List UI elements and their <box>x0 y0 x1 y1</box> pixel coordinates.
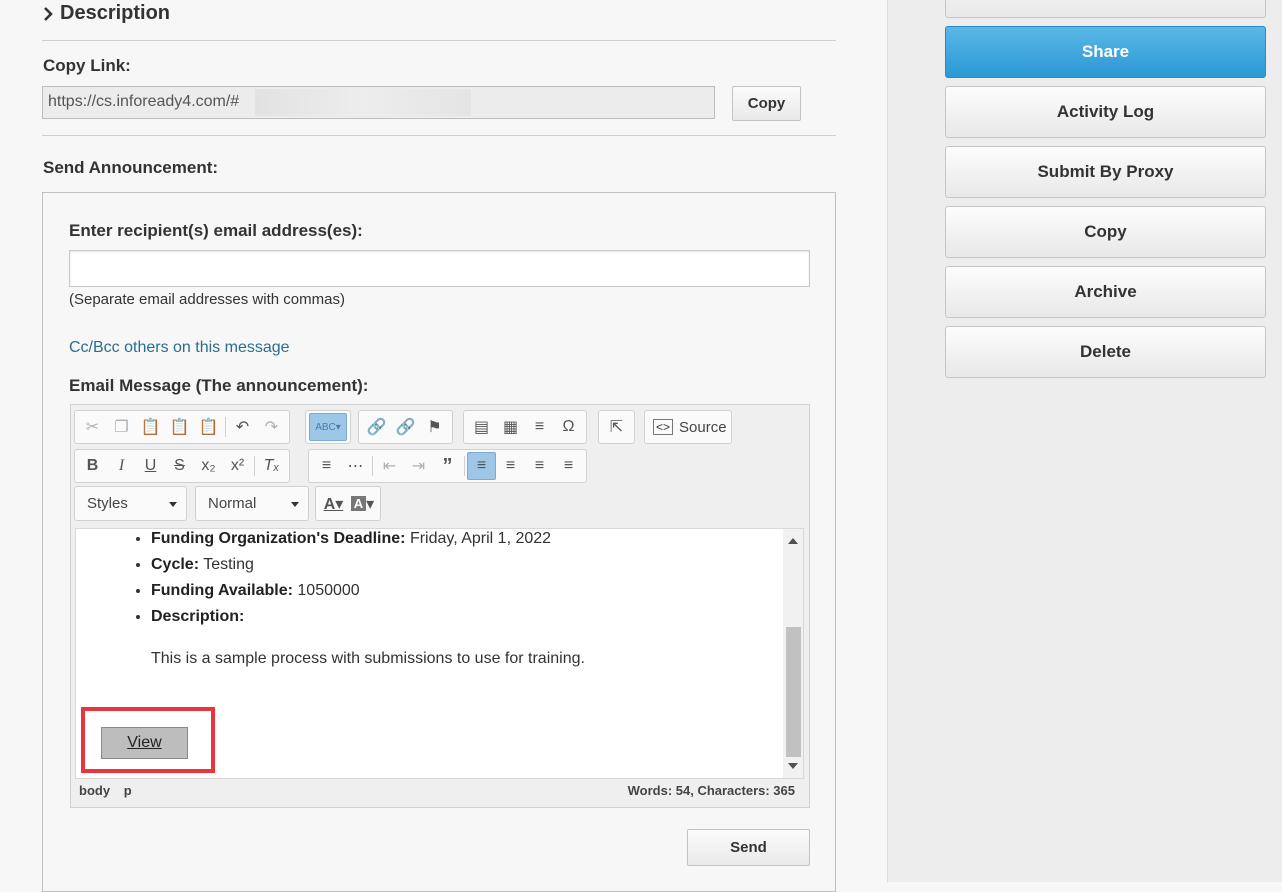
special-character-icon[interactable]: Ω <box>554 413 583 441</box>
source-label: Source <box>679 418 727 436</box>
recipients-email-input[interactable] <box>69 250 810 287</box>
toolbar-separator <box>254 456 255 476</box>
copy-link-value: https://cs.infoready4.com/# <box>48 93 240 110</box>
text-color-icon[interactable]: A▾ <box>319 490 348 518</box>
delete-button[interactable]: Delete <box>945 326 1266 378</box>
format-dropdown[interactable]: Normal <box>195 486 309 521</box>
highlight-box <box>81 707 215 773</box>
share-button[interactable]: Share <box>945 26 1266 78</box>
anchor-flag-icon[interactable]: ⚑ <box>420 413 449 441</box>
list-item: Description: <box>151 607 551 633</box>
submit-by-proxy-button[interactable]: Submit By Proxy <box>945 146 1266 198</box>
copy-link-label: Copy Link: <box>43 56 131 75</box>
table-icon[interactable]: ▦ <box>496 413 525 441</box>
list-item: Funding Organization's Deadline: Friday,… <box>151 529 551 555</box>
chevron-down-icon <box>169 502 177 507</box>
word-count: Words: 54, Characters: 365 <box>627 783 795 798</box>
underline-icon[interactable]: U <box>136 452 165 480</box>
insert-toolbar-group: ▤ ▦ ≡ Ω <box>463 410 587 444</box>
recipients-label: Enter recipient(s) email address(es): <box>69 221 363 240</box>
path-body[interactable]: body <box>79 783 110 798</box>
send-button[interactable]: Send <box>687 829 810 866</box>
description-paragraph: This is a sample process with submission… <box>151 650 585 667</box>
toolbar-separator <box>464 456 465 476</box>
undo-icon[interactable]: ↶ <box>228 413 257 441</box>
editor-content-area[interactable]: Funding Organization's Deadline: Friday,… <box>75 528 804 779</box>
outdent-icon[interactable]: ⇤ <box>375 452 404 480</box>
list-item: Funding Available: 1050000 <box>151 581 551 607</box>
email-message-label: Email Message (The announcement): <box>69 376 369 395</box>
description-toggle[interactable]: Description <box>42 2 170 25</box>
process-details-list: Funding Organization's Deadline: Friday,… <box>151 529 551 633</box>
align-center-icon[interactable]: ≡ <box>496 452 525 480</box>
scrollbar-thumb[interactable] <box>786 627 801 757</box>
paste-icon[interactable]: 📋 <box>136 413 165 441</box>
redo-icon[interactable]: ↷ <box>257 413 286 441</box>
spellcheck-icon[interactable]: ABC▾ <box>309 413 347 441</box>
source-button[interactable]: <> Source <box>644 410 732 444</box>
cc-bcc-link[interactable]: Cc/Bcc others on this message <box>69 339 290 357</box>
cut-icon[interactable]: ✂ <box>78 413 107 441</box>
strikethrough-icon[interactable]: S <box>165 452 194 480</box>
subscript-icon[interactable]: x₂ <box>194 452 223 480</box>
justify-icon[interactable]: ≡ <box>554 452 583 480</box>
chevron-right-icon <box>44 6 53 21</box>
editor-scrollbar[interactable] <box>783 529 803 778</box>
activity-log-button[interactable]: Activity Log <box>945 86 1266 138</box>
superscript-icon[interactable]: x² <box>223 452 252 480</box>
bulleted-list-icon[interactable]: ⋯ <box>341 452 370 480</box>
copy-button[interactable]: Copy <box>945 206 1266 258</box>
maximize-icon[interactable]: ⇱ <box>602 413 631 441</box>
bold-icon[interactable]: B <box>78 452 107 480</box>
image-icon[interactable]: ▤ <box>467 413 496 441</box>
remove-format-icon[interactable]: Tₓ <box>257 452 286 480</box>
scroll-up-arrow-icon[interactable] <box>788 538 798 544</box>
copy-link-button[interactable]: Copy <box>732 86 801 121</box>
paste-word-icon[interactable]: 📋 <box>194 413 223 441</box>
paste-text-icon[interactable]: 📋 <box>165 413 194 441</box>
align-right-icon[interactable]: ≡ <box>525 452 554 480</box>
divider <box>42 135 836 136</box>
redacted-link-part <box>255 89 471 116</box>
basic-styles-toolbar-group: B I U S x₂ x² Tₓ <box>74 449 290 483</box>
spellcheck-toolbar-group: ABC▾ <box>305 410 351 444</box>
unlink-icon[interactable]: 🔗 <box>391 413 420 441</box>
element-path: body p <box>79 783 142 798</box>
main-panel: Description Copy Link: https://cs.infore… <box>0 0 887 892</box>
background-color-icon[interactable]: A ▾ <box>348 490 377 518</box>
italic-icon[interactable]: I <box>107 452 136 480</box>
maximize-toolbar-group: ⇱ <box>598 410 635 444</box>
paragraph-toolbar-group: ≡ ⋯ ⇤ ⇥ ” ≡ ≡ ≡ ≡ <box>308 449 587 483</box>
toolbar-separator <box>225 417 226 437</box>
styles-dropdown[interactable]: Styles <box>74 486 187 521</box>
styles-dropdown-label: Styles <box>87 495 128 512</box>
link-toolbar-group: 🔗 🔗 ⚑ <box>358 410 453 444</box>
color-toolbar-group: A▾ A ▾ <box>315 486 381 521</box>
send-announcement-label: Send Announcement: <box>43 158 219 177</box>
format-dropdown-label: Normal <box>208 495 257 512</box>
indent-icon[interactable]: ⇥ <box>404 452 433 480</box>
scroll-down-arrow-icon[interactable] <box>788 763 798 769</box>
list-item: Cycle: Testing <box>151 555 551 581</box>
divider <box>42 40 836 41</box>
chevron-down-icon <box>291 502 299 507</box>
link-icon[interactable]: 🔗 <box>362 413 391 441</box>
copy-icon[interactable]: ❐ <box>107 413 136 441</box>
clipboard-toolbar-group: ✂ ❐ 📋 📋 📋 ↶ ↷ <box>74 410 290 444</box>
numbered-list-icon[interactable]: ≡ <box>312 452 341 480</box>
recipients-hint: (Separate email addresses with commas) <box>69 291 345 308</box>
blockquote-icon[interactable]: ” <box>433 452 462 480</box>
align-left-icon[interactable]: ≡ <box>467 452 496 480</box>
toolbar-separator <box>372 456 373 476</box>
editor-status-bar: body p Words: 54, Characters: 365 <box>79 783 795 798</box>
horizontal-rule-icon[interactable]: ≡ <box>525 413 554 441</box>
path-p[interactable]: p <box>124 783 132 798</box>
archive-button[interactable]: Archive <box>945 266 1266 318</box>
source-icon: <> <box>653 419 674 435</box>
sidebar-top-button[interactable] <box>945 0 1266 18</box>
copy-link-field[interactable]: https://cs.infoready4.com/# <box>42 86 715 119</box>
description-title: Description <box>60 2 171 24</box>
